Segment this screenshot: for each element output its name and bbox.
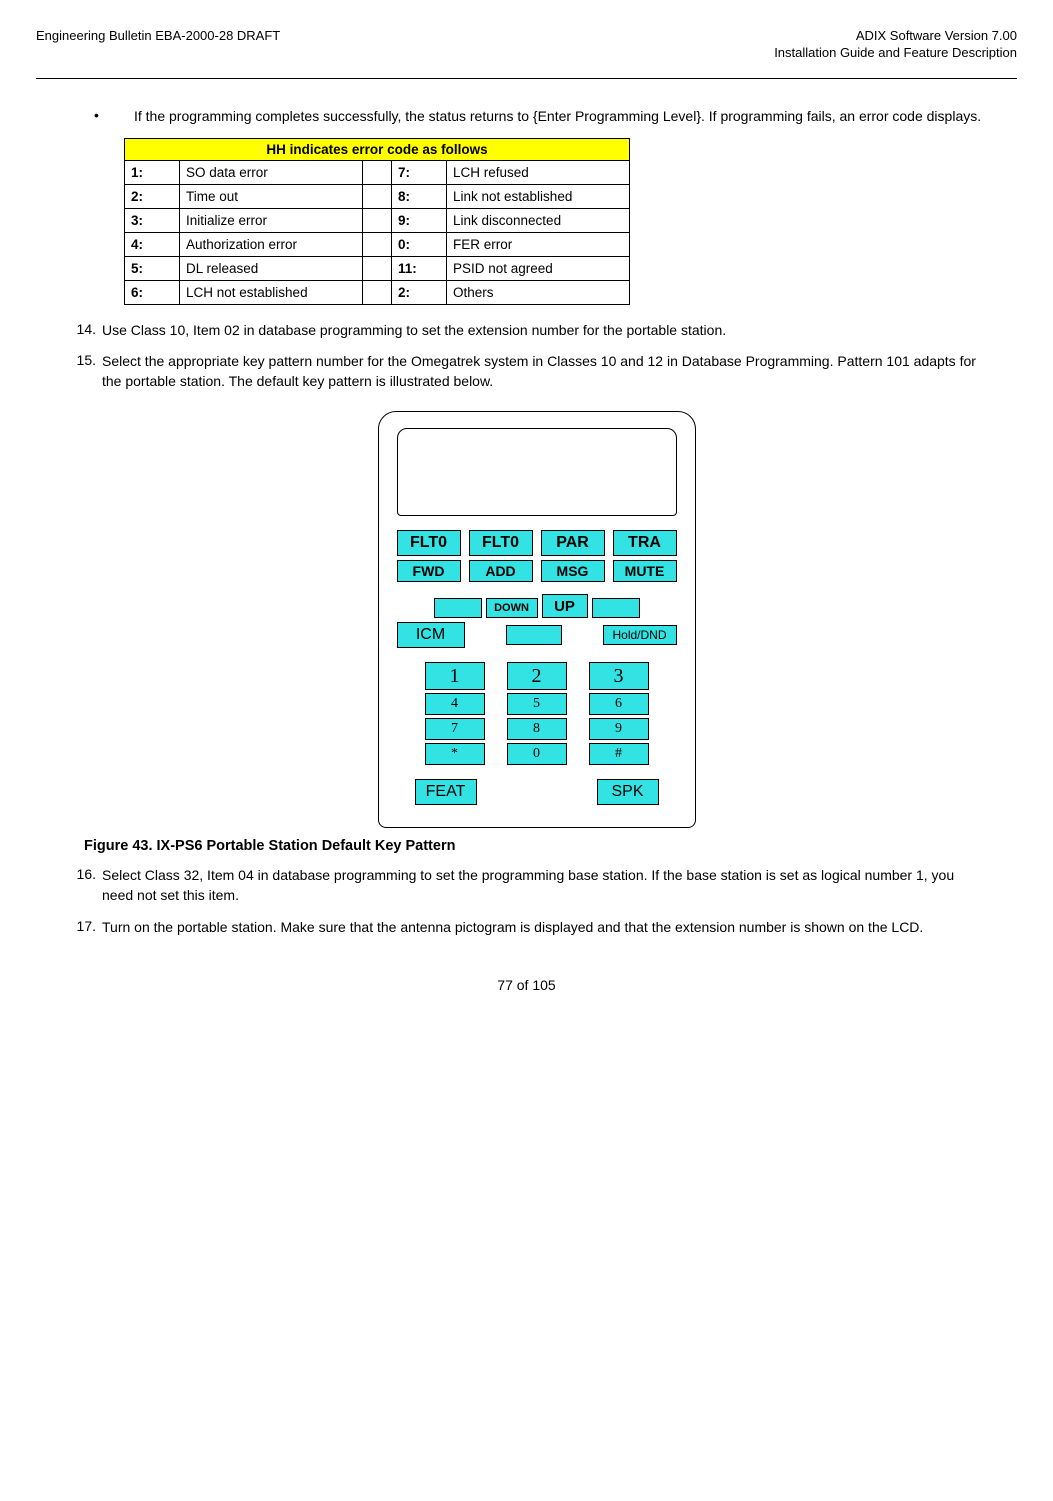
- key-2: 2: [507, 662, 567, 690]
- table-title: HH indicates error code as follows: [125, 138, 630, 160]
- step-number: 16.: [64, 866, 102, 905]
- key-up: UP: [542, 594, 588, 618]
- header-right: ADIX Software Version 7.00 Installation …: [774, 28, 1017, 62]
- table-row: 5: DL released 11: PSID not agreed: [125, 256, 630, 280]
- key-mute: MUTE: [613, 560, 677, 582]
- key-7: 7: [425, 718, 485, 740]
- key-feat: FEAT: [415, 779, 477, 805]
- figure-wrapper: FLT0 FLT0 PAR TRA FWD ADD MSG MUTE DOWN …: [84, 411, 989, 828]
- key-down: DOWN: [486, 598, 538, 618]
- key-4: 4: [425, 693, 485, 715]
- header-left: Engineering Bulletin EBA-2000-28 DRAFT: [36, 28, 280, 62]
- figure-caption: Figure 43. IX-PS6 Portable Station Defau…: [84, 838, 989, 854]
- key-par: PAR: [541, 530, 605, 556]
- step-number: 15.: [64, 352, 102, 391]
- step-text: Select Class 32, Item 04 in database pro…: [102, 866, 989, 905]
- key-hash: #: [589, 743, 649, 765]
- bullet-marker: •: [84, 107, 134, 126]
- blank-key-right: [592, 598, 640, 618]
- main-content: • If the programming completes successfu…: [36, 107, 1017, 937]
- key-5: 5: [507, 693, 567, 715]
- key-0: 0: [507, 743, 567, 765]
- key-8: 8: [507, 718, 567, 740]
- key-hold-dnd: Hold/DND: [603, 625, 677, 645]
- lcd-screen: [397, 428, 677, 516]
- step-number: 17.: [64, 918, 102, 938]
- page-header: Engineering Bulletin EBA-2000-28 DRAFT A…: [36, 28, 1017, 79]
- key-star: *: [425, 743, 485, 765]
- blank-key-left: [434, 598, 482, 618]
- table-row: 3: Initialize error 9: Link disconnected: [125, 208, 630, 232]
- key-1: 1: [425, 662, 485, 690]
- step-text: Select the appropriate key pattern numbe…: [102, 352, 989, 391]
- key-msg: MSG: [541, 560, 605, 582]
- table-row: 4: Authorization error 0: FER error: [125, 232, 630, 256]
- key-fwd: FWD: [397, 560, 461, 582]
- step-14: 14. Use Class 10, Item 02 in database pr…: [64, 321, 989, 341]
- function-row-1: FLT0 FLT0 PAR TRA: [397, 530, 677, 556]
- bullet-text: If the programming completes successfull…: [134, 107, 989, 126]
- page-footer: 77 of 105: [36, 977, 1017, 993]
- icm-row: ICM Hold/DND: [397, 622, 677, 648]
- header-right-line1: ADIX Software Version 7.00: [774, 28, 1017, 45]
- table-row: 6: LCH not established 2: Others: [125, 280, 630, 304]
- header-right-line2: Installation Guide and Feature Descripti…: [774, 45, 1017, 62]
- portable-station-diagram: FLT0 FLT0 PAR TRA FWD ADD MSG MUTE DOWN …: [378, 411, 696, 828]
- key-tra: TRA: [613, 530, 677, 556]
- dialpad: 1 2 3 4 5 6 7 8 9 * 0 #: [397, 662, 677, 765]
- key-add: ADD: [469, 560, 533, 582]
- key-6: 6: [589, 693, 649, 715]
- bottom-row: FEAT SPK: [397, 779, 677, 805]
- step-text: Turn on the portable station. Make sure …: [102, 918, 989, 938]
- step-text: Use Class 10, Item 02 in database progra…: [102, 321, 989, 341]
- key-flt0-1: FLT0: [397, 530, 461, 556]
- key-flt0-2: FLT0: [469, 530, 533, 556]
- key-icm: ICM: [397, 622, 465, 648]
- table-row: 2: Time out 8: Link not established: [125, 184, 630, 208]
- step-17: 17. Turn on the portable station. Make s…: [64, 918, 989, 938]
- key-spk: SPK: [597, 779, 659, 805]
- key-3: 3: [589, 662, 649, 690]
- bullet-item: • If the programming completes successfu…: [84, 107, 989, 126]
- step-number: 14.: [64, 321, 102, 341]
- error-code-table: HH indicates error code as follows 1: SO…: [124, 138, 630, 305]
- blank-key-mid: [506, 625, 562, 645]
- key-9: 9: [589, 718, 649, 740]
- table-row: 1: SO data error 7: LCH refused: [125, 160, 630, 184]
- step-15: 15. Select the appropriate key pattern n…: [64, 352, 989, 391]
- step-16: 16. Select Class 32, Item 04 in database…: [64, 866, 989, 905]
- nav-row: DOWN UP: [397, 594, 677, 618]
- function-row-2: FWD ADD MSG MUTE: [397, 560, 677, 582]
